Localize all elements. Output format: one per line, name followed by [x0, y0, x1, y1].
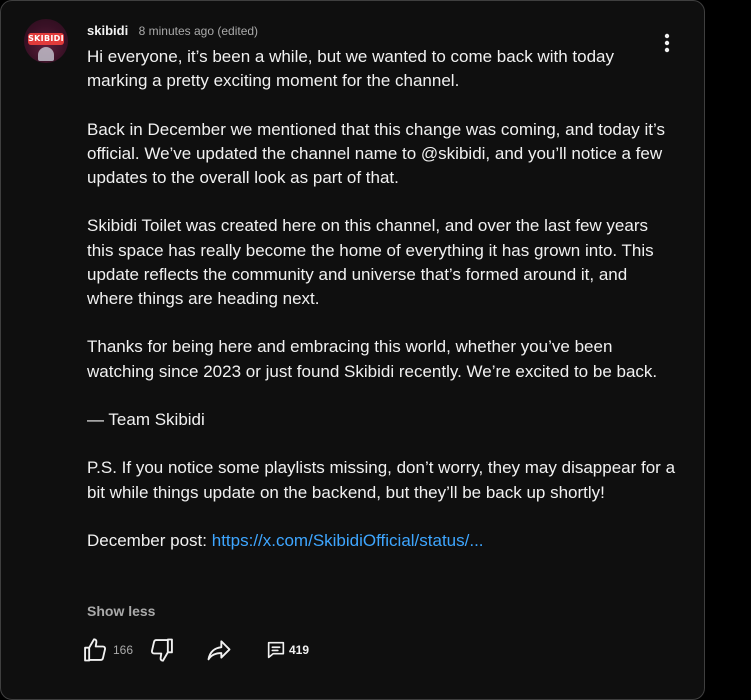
post-time[interactable]: 8 minutes ago (edited) [139, 24, 258, 38]
share-icon [207, 640, 231, 661]
link-prefix: December post: [87, 530, 212, 550]
post-link-line: December post: https://x.com/SkibidiOffi… [87, 529, 677, 553]
thumbs-down-icon [150, 638, 173, 662]
post-signature: — Team Skibidi [87, 409, 205, 429]
show-less-button[interactable]: Show less [87, 603, 155, 619]
avatar[interactable]: SKIBIDI [24, 19, 68, 63]
avatar-logo: SKIBIDI [28, 33, 64, 45]
thumbs-up-icon [84, 638, 107, 662]
like-count: 166 [113, 643, 134, 657]
like-button[interactable] [81, 636, 109, 669]
post-card: SKIBIDI skibidi 8 minutes ago (edited) H… [0, 0, 705, 700]
reply-count[interactable]: 419 [289, 643, 309, 657]
post-body: Hi everyone, it’s been a while, but we w… [87, 45, 677, 553]
avatar-figure [38, 47, 54, 61]
post-paragraph: Back in December we mentioned that this … [87, 119, 665, 187]
post-paragraph: Hi everyone, it’s been a while, but we w… [87, 47, 614, 91]
share-button[interactable] [205, 636, 233, 669]
post-paragraph: Thanks for being here and embracing this… [87, 337, 658, 381]
author-name[interactable]: skibidi [87, 23, 128, 38]
dislike-button[interactable] [148, 636, 176, 669]
post-paragraph: Skibidi Toilet was created here on this … [87, 216, 654, 308]
comment-icon [267, 641, 285, 659]
post-header: skibidi 8 minutes ago (edited) [87, 22, 258, 40]
post-paragraph: P.S. If you notice some playlists missin… [87, 458, 676, 502]
post-link[interactable]: https://x.com/SkibidiOfficial/status/... [212, 531, 484, 550]
